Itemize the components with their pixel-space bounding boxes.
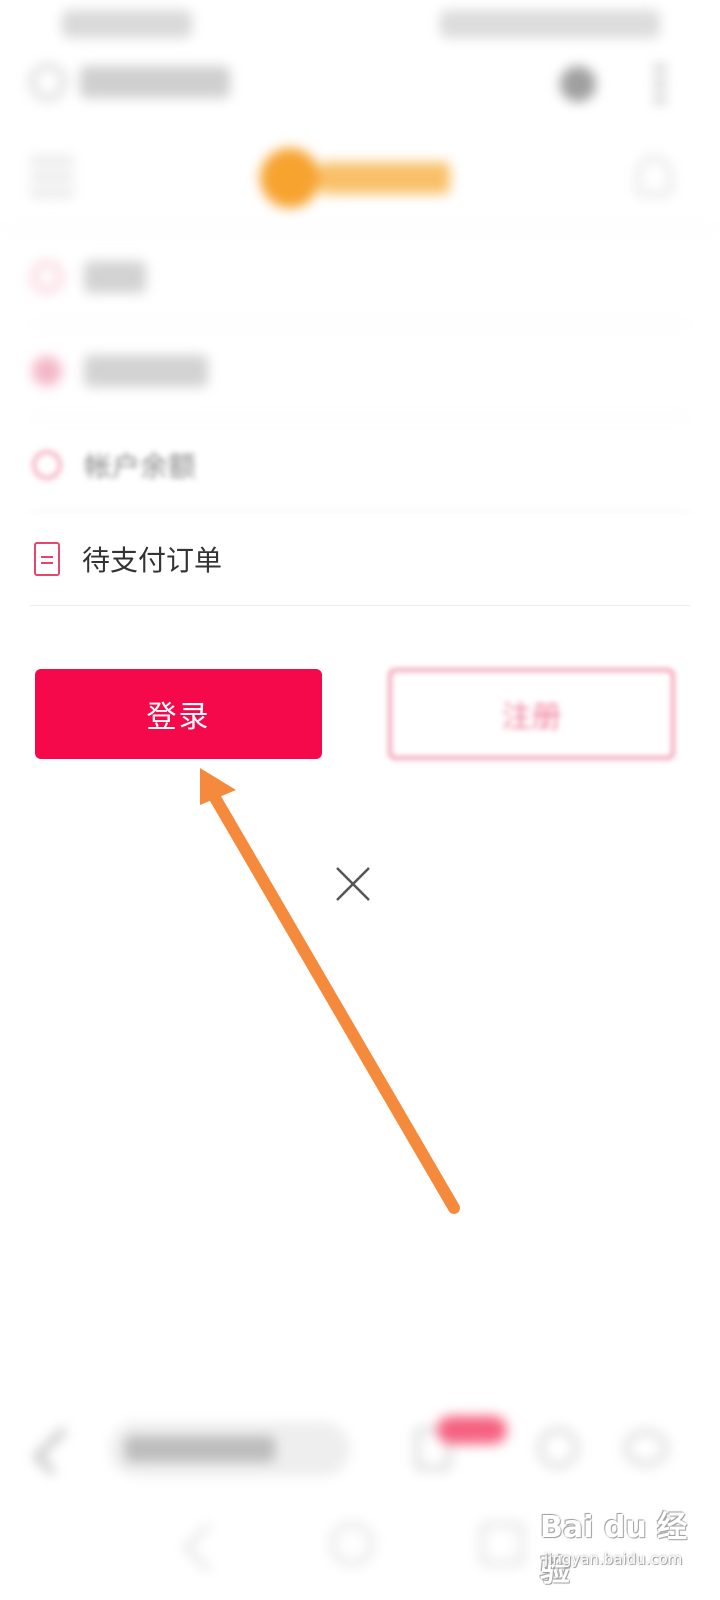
url-text[interactable] <box>80 66 230 98</box>
status-bar <box>0 0 720 52</box>
nav-recent-icon[interactable] <box>480 1522 524 1566</box>
menu-item-account-balance[interactable]: 帐户余额 <box>30 418 690 512</box>
document-icon <box>34 541 60 576</box>
notification-badge <box>437 1416 507 1444</box>
watermark-main-text: Bai du 经验 <box>540 1510 688 1589</box>
menu-item-label-placeholder <box>84 260 146 293</box>
login-button[interactable]: 登录 <box>35 669 322 759</box>
account-menu: 帐户余额 待支付订单 <box>30 230 690 606</box>
menu-item-label-placeholder <box>84 354 208 387</box>
nav-home-icon[interactable] <box>330 1522 374 1566</box>
user-icon <box>32 261 62 292</box>
baidu-jingyan-watermark: Bai du 经验 jingyan.baidu.com <box>540 1488 710 1589</box>
pink-circle-icon <box>32 355 62 386</box>
menu-item-blurred-1[interactable] <box>30 230 690 324</box>
site-logo-text[interactable] <box>320 162 450 194</box>
globe-icon <box>30 64 66 100</box>
site-logo-icon[interactable] <box>260 148 320 208</box>
site-header <box>0 128 720 229</box>
menu-item-pending-orders[interactable]: 待支付订单 <box>30 512 690 606</box>
search-text-placeholder <box>125 1436 275 1462</box>
user-icon[interactable] <box>636 156 672 196</box>
menu-item-label: 待支付订单 <box>82 543 223 577</box>
status-left-indicators <box>62 10 192 38</box>
browser-toolbar <box>0 1400 720 1500</box>
more-options-icon[interactable] <box>655 64 665 104</box>
coin-icon <box>32 449 62 480</box>
hamburger-menu-icon[interactable] <box>30 158 74 198</box>
nav-back-icon[interactable] <box>182 1522 233 1573</box>
avatar-icon[interactable] <box>560 66 596 102</box>
close-icon[interactable] <box>333 864 373 904</box>
circle-icon[interactable] <box>538 1428 578 1468</box>
watermark-url-text: jingyan.baidu.com <box>544 1550 683 1568</box>
browser-url-bar[interactable] <box>0 52 720 122</box>
chat-icon[interactable] <box>624 1430 668 1466</box>
menu-item-blurred-2[interactable] <box>30 324 690 418</box>
register-button[interactable]: 注册 <box>389 669 674 759</box>
back-arrow-icon[interactable] <box>32 1426 82 1476</box>
status-right-indicators <box>440 10 660 38</box>
menu-item-label: 帐户余额 <box>84 449 197 483</box>
